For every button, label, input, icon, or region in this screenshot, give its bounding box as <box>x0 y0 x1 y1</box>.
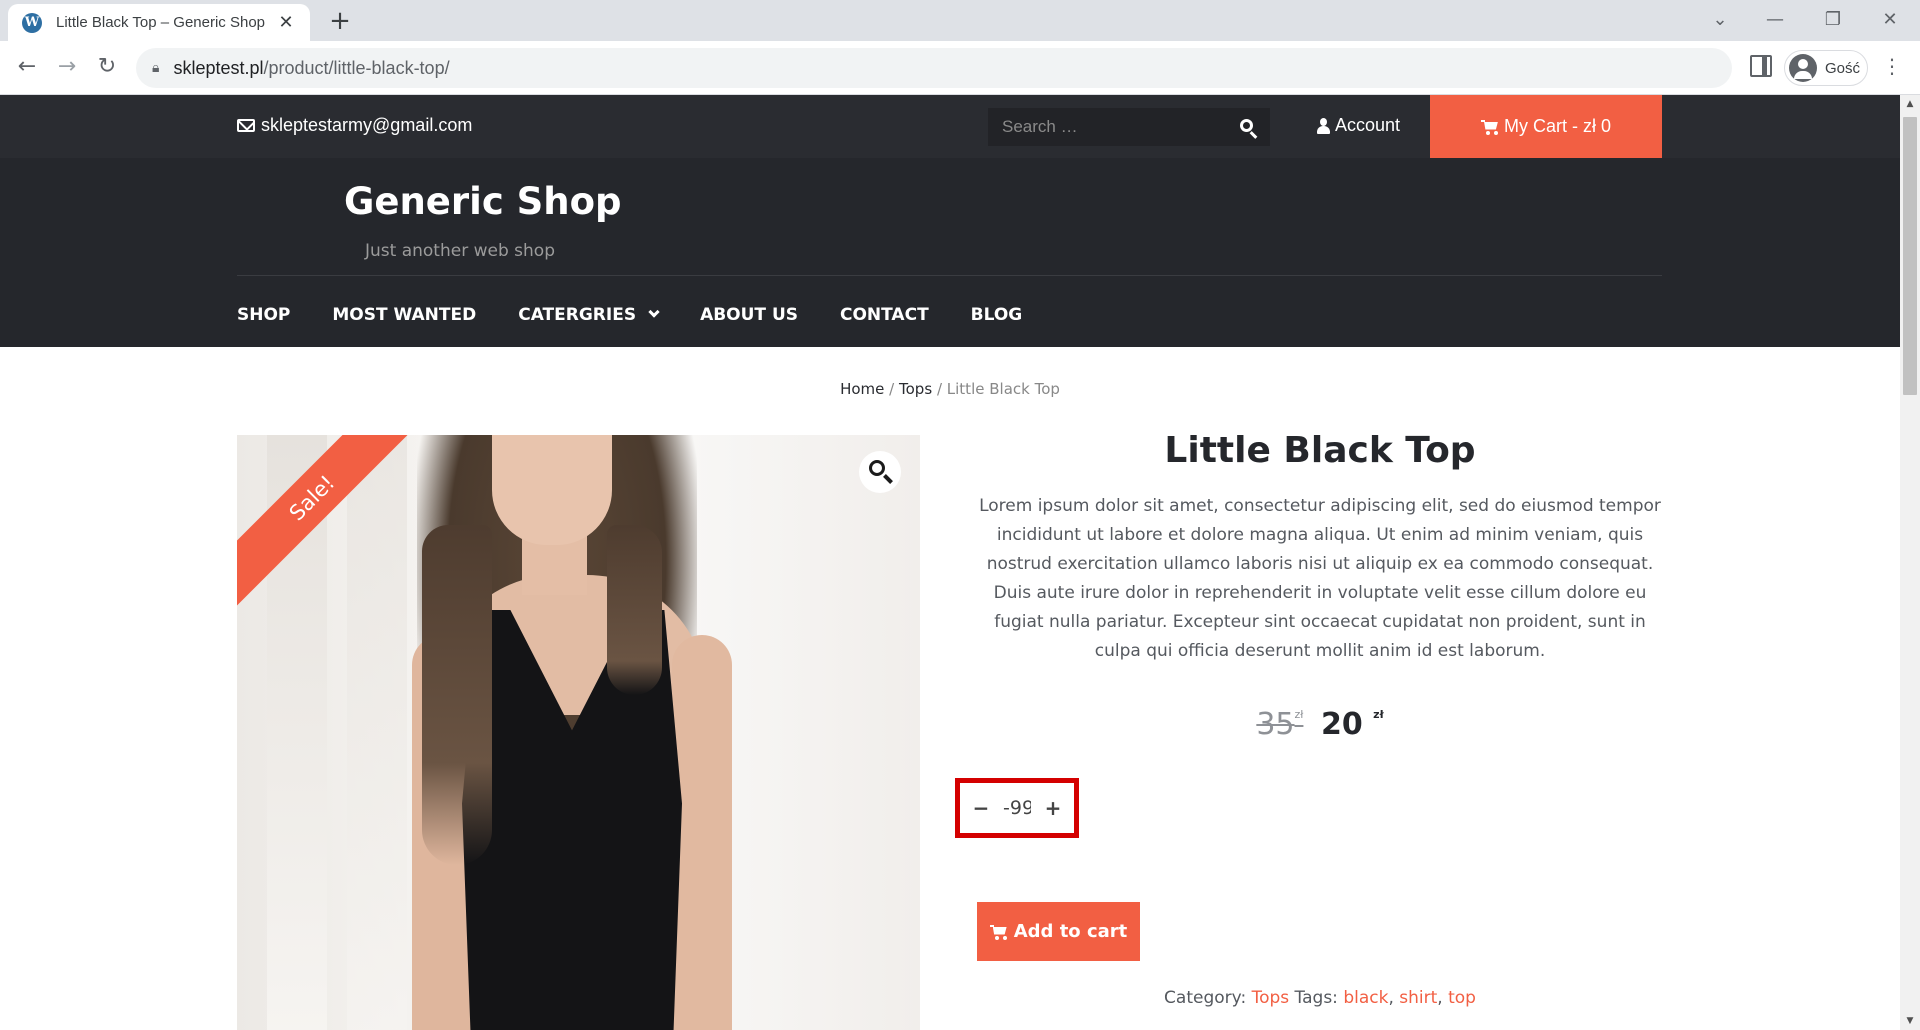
cart-label: My Cart - zł 0 <box>1503 116 1611 136</box>
account-link[interactable]: Account <box>1317 115 1400 136</box>
product-meta: Category: Tops Tags: black, shirt, top <box>1164 988 1476 1008</box>
search-button[interactable] <box>1228 108 1268 146</box>
product-description: Lorem ipsum dolor sit amet, consectetur … <box>979 496 1661 661</box>
cart-icon <box>1480 119 1499 135</box>
site-tagline: Just another web shop <box>365 241 555 261</box>
scroll-down-icon[interactable]: ▼ <box>1900 1016 1920 1026</box>
profile-button[interactable]: Gość <box>1784 50 1868 86</box>
product-title: Little Black Top <box>1164 430 1476 471</box>
address-bar[interactable]: 🔒︎ skleptest.pl/product/little-black-top… <box>136 48 1732 88</box>
qty-plus-button[interactable]: + <box>1044 796 1062 820</box>
back-arrow-icon[interactable]: ← <box>10 50 44 84</box>
nav-most-wanted[interactable]: MOST WANTED <box>332 305 476 325</box>
close-window-button[interactable]: ✕ <box>1870 2 1910 38</box>
browser-tab[interactable]: W Little Black Top – Generic Shop ✕ <box>8 4 310 41</box>
scrollbar-thumb[interactable] <box>1903 117 1917 395</box>
search-input[interactable] <box>988 117 1228 137</box>
minimize-button[interactable]: — <box>1755 2 1795 38</box>
user-icon <box>1317 117 1330 134</box>
nav-shop[interactable]: SHOP <box>237 305 290 325</box>
new-tab-button[interactable]: + <box>325 6 355 36</box>
zoom-button[interactable] <box>859 451 901 493</box>
sale-price: 20 zł <box>1320 707 1384 742</box>
breadcrumb: Home / Tops / Little Black Top <box>840 380 1060 398</box>
header-divider <box>237 275 1662 276</box>
category-link[interactable]: Tops <box>1252 988 1290 1008</box>
avatar-icon <box>1789 54 1817 82</box>
contact-email: skleptestarmy@gmail.com <box>261 115 473 135</box>
url-host: skleptest.pl <box>173 57 264 78</box>
site-header: Generic Shop Just another web shop SHOP … <box>0 158 1900 347</box>
nav-categories[interactable]: CATERGRIES <box>518 305 660 325</box>
wordpress-favicon-icon: W <box>22 12 42 33</box>
browser-toolbar: ← → ↻ 🔒︎ skleptest.pl/product/little-bla… <box>0 41 1920 95</box>
add-to-cart-button[interactable]: Add to cart <box>977 902 1140 961</box>
nav-contact[interactable]: CONTACT <box>840 305 929 325</box>
breadcrumb-home[interactable]: Home <box>840 380 884 398</box>
chevron-down-icon <box>648 306 660 318</box>
old-price: 35zł <box>1256 707 1304 742</box>
contact-email-link[interactable]: skleptestarmy@gmail.com <box>237 115 472 136</box>
my-cart-button[interactable]: My Cart - zł 0 <box>1430 95 1662 158</box>
forward-arrow-icon[interactable]: → <box>50 50 84 84</box>
tab-title: Little Black Top – Generic Shop <box>56 14 266 31</box>
cart-icon <box>989 924 1008 940</box>
side-panel-icon[interactable] <box>1750 55 1772 77</box>
profile-name: Gość <box>1825 59 1861 77</box>
site-topbar: skleptestarmy@gmail.com Account My Cart … <box>0 95 1900 158</box>
tag-link-top[interactable]: top <box>1448 988 1476 1008</box>
quantity-input[interactable] <box>1003 797 1031 819</box>
tag-link-shirt[interactable]: shirt <box>1399 988 1437 1008</box>
scroll-up-icon[interactable]: ▲ <box>1900 99 1920 109</box>
nav-blog[interactable]: BLOG <box>971 305 1023 325</box>
nav-about-us[interactable]: ABOUT US <box>700 305 798 325</box>
quantity-stepper: − + <box>962 785 1072 831</box>
restore-button[interactable]: ❐ <box>1813 2 1853 38</box>
breadcrumb-tops[interactable]: Tops <box>899 380 932 398</box>
site-title[interactable]: Generic Shop <box>344 180 622 223</box>
qty-minus-button[interactable]: − <box>972 796 990 820</box>
menu-kebab-icon[interactable]: ⋮ <box>1882 54 1902 78</box>
tab-close-icon[interactable]: ✕ <box>276 12 296 33</box>
page-scrollbar[interactable]: ▲ ▼ <box>1900 95 1920 1030</box>
site-search <box>988 108 1270 146</box>
product-price: 35zł 20 zł <box>955 707 1685 742</box>
magnifier-icon <box>869 460 885 476</box>
browser-tabbar: W Little Black Top – Generic Shop ✕ + ⌄ … <box>0 0 1920 41</box>
main-nav: SHOP MOST WANTED CATERGRIES ABOUT US CON… <box>237 305 1064 325</box>
product-image[interactable]: Sale! <box>237 435 920 1030</box>
lock-icon: 🔒︎ <box>152 60 160 76</box>
envelope-icon <box>237 119 255 132</box>
breadcrumb-current: Little Black Top <box>946 380 1060 398</box>
reload-icon[interactable]: ↻ <box>90 50 124 84</box>
account-label: Account <box>1335 115 1401 135</box>
tab-search-chevron-icon[interactable]: ⌄ <box>1700 2 1740 38</box>
page-viewport: skleptestarmy@gmail.com Account My Cart … <box>0 95 1900 1030</box>
tag-link-black[interactable]: black <box>1343 988 1388 1008</box>
url-path: /product/little-black-top/ <box>263 57 450 78</box>
